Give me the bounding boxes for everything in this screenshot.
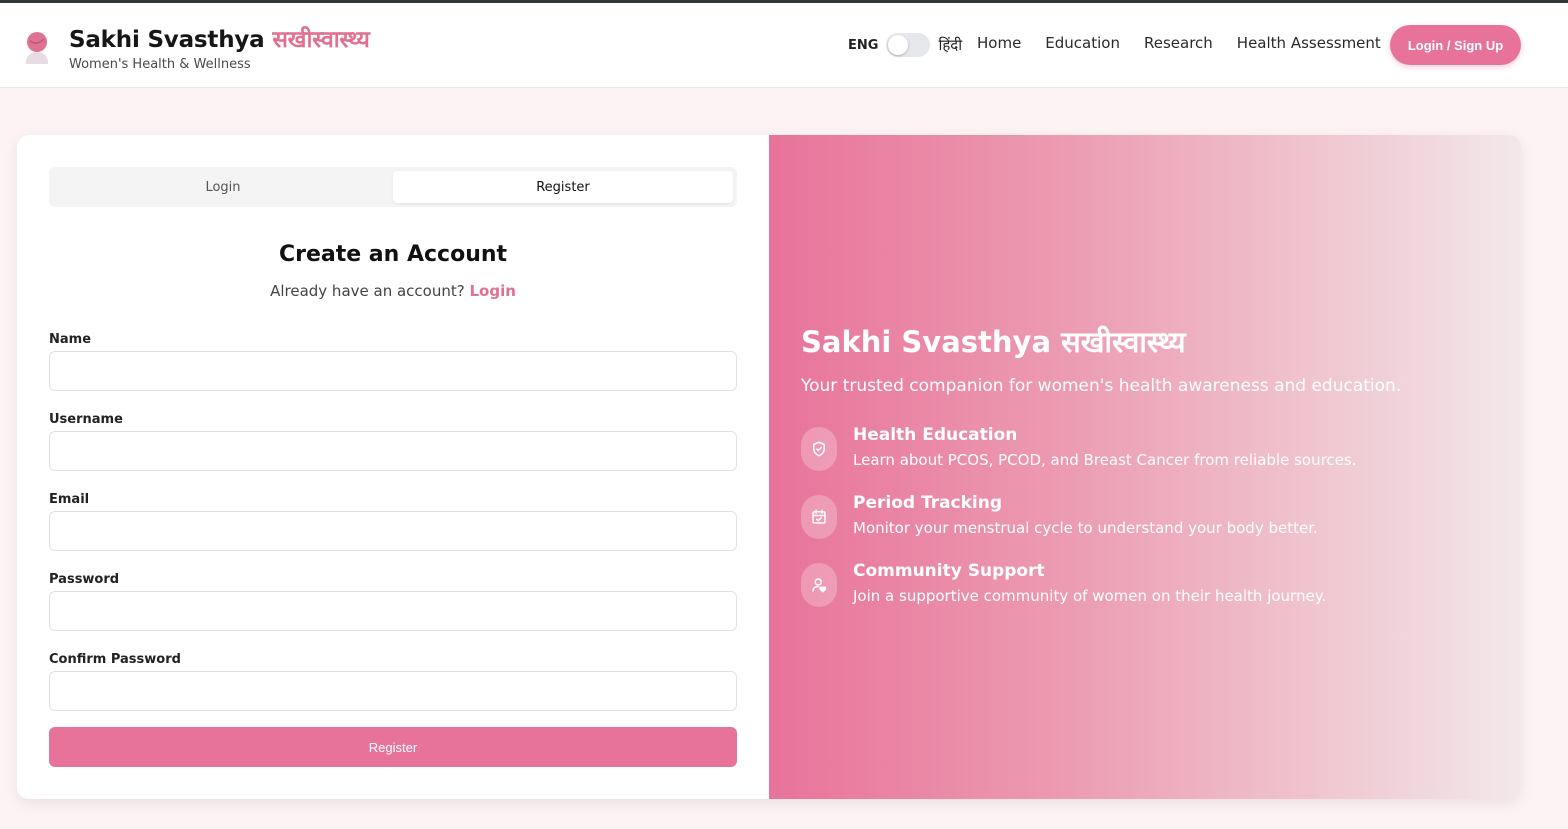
- auth-card: Login Register Create an Account Already…: [17, 135, 1521, 799]
- feature-title: Period Tracking: [853, 493, 1003, 513]
- password-label: Password: [49, 572, 120, 587]
- feature-desc: Monitor your menstrual cycle to understa…: [853, 519, 1318, 537]
- confirm-password-label: Confirm Password: [49, 652, 181, 667]
- feature-community-support: Community Support Join a supportive comm…: [801, 561, 1501, 611]
- promo-title: Sakhi Svasthya सखीस्वास्थ्य: [801, 325, 1186, 359]
- nav-education[interactable]: Education: [1045, 34, 1120, 52]
- username-input[interactable]: [49, 431, 737, 471]
- name-label: Name: [49, 332, 92, 347]
- brand[interactable]: Sakhi Svasthya सखीस्वास्थ्य Women's Heal…: [69, 22, 370, 72]
- feature-title: Community Support: [853, 561, 1045, 581]
- login-signup-button[interactable]: Login / Sign Up: [1390, 25, 1521, 65]
- toggle-knob: [888, 35, 909, 55]
- feature-period-tracking: Period Tracking Monitor your menstrual c…: [801, 493, 1501, 543]
- lang-hi-label: हिंदी: [938, 36, 963, 54]
- name-input[interactable]: [49, 351, 737, 391]
- shield-check-icon: [801, 427, 837, 471]
- username-label: Username: [49, 412, 123, 427]
- feature-desc: Join a supportive community of women on …: [853, 587, 1327, 605]
- brand-title-hi: सखीस्वास्थ्य: [272, 27, 370, 53]
- user-heart-icon: [801, 563, 837, 607]
- register-button[interactable]: Register: [49, 727, 737, 767]
- confirm-password-input[interactable]: [49, 671, 737, 711]
- brand-subtitle: Women's Health & Wellness: [69, 57, 251, 72]
- language-switch: ENG हिंदी: [848, 33, 962, 57]
- promo-panel: Sakhi Svasthya सखीस्वास्थ्य Your trusted…: [769, 135, 1521, 799]
- auth-tabs: Login Register: [49, 167, 737, 207]
- feature-health-education: Health Education Learn about PCOS, PCOD,…: [801, 425, 1501, 475]
- register-panel: Login Register Create an Account Already…: [17, 135, 769, 799]
- feature-desc: Learn about PCOS, PCOD, and Breast Cance…: [853, 451, 1357, 469]
- password-input[interactable]: [49, 591, 737, 631]
- brand-title: Sakhi Svasthya सखीस्वास्थ्य: [69, 22, 370, 54]
- logo-icon[interactable]: [23, 30, 51, 64]
- login-link[interactable]: Login: [469, 282, 515, 300]
- form-subtitle-text: Already have an account?: [270, 282, 465, 300]
- promo-subtitle: Your trusted companion for women's healt…: [801, 376, 1402, 396]
- nav-home[interactable]: Home: [977, 34, 1021, 52]
- main-nav: Home Education Research Health Assessmen…: [977, 34, 1405, 52]
- nav-research[interactable]: Research: [1144, 34, 1213, 52]
- form-subtitle: Already have an account? Login: [17, 282, 769, 300]
- brand-title-en: Sakhi Svasthya: [69, 27, 265, 53]
- tab-login[interactable]: Login: [53, 171, 393, 203]
- lang-eng-label: ENG: [848, 37, 879, 53]
- calendar-check-icon: [801, 495, 837, 539]
- email-label: Email: [49, 492, 90, 507]
- tab-register[interactable]: Register: [393, 171, 733, 203]
- nav-health-assessment[interactable]: Health Assessment: [1237, 34, 1381, 52]
- site-header: Sakhi Svasthya सखीस्वास्थ्य Women's Heal…: [0, 3, 1568, 88]
- email-input[interactable]: [49, 511, 737, 551]
- language-toggle[interactable]: [886, 33, 931, 57]
- form-title: Create an Account: [278, 242, 508, 267]
- feature-title: Health Education: [853, 425, 1018, 445]
